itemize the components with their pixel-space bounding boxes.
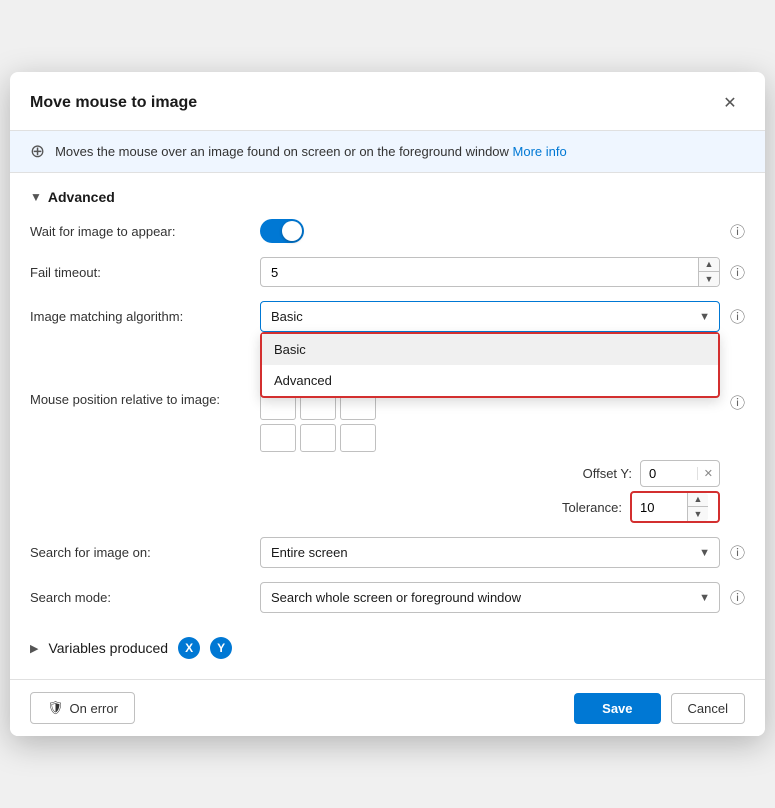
search-mode-select[interactable]: Search whole screen or foreground window (260, 582, 720, 613)
fail-timeout-info-icon[interactable]: ⓘ (730, 262, 745, 283)
search-mode-info-icon[interactable]: ⓘ (730, 587, 745, 608)
pos-cell-bc[interactable] (300, 424, 336, 452)
advanced-section-header[interactable]: ▼ Advanced (30, 189, 745, 205)
dialog-header: Move mouse to image ✕ (10, 72, 765, 131)
offset-y-input[interactable] (641, 461, 697, 486)
on-error-button[interactable]: 🛡 On error (30, 692, 135, 724)
variables-produced-row: ▶ Variables produced X Y (30, 627, 745, 663)
variable-badge-y[interactable]: Y (210, 637, 232, 659)
cancel-button[interactable]: Cancel (671, 693, 745, 724)
info-banner: ⊕ Moves the mouse over an image found on… (10, 131, 765, 173)
banner-text: Moves the mouse over an image found on s… (55, 144, 567, 159)
fail-timeout-input-wrap: ▲ ▼ (260, 257, 720, 287)
wait-for-image-row: Wait for image to appear: ⓘ (30, 219, 745, 243)
mouse-position-info-icon[interactable]: ⓘ (730, 392, 745, 413)
wait-info-icon[interactable]: ⓘ (730, 221, 745, 242)
algorithm-option-advanced[interactable]: Advanced (262, 365, 718, 396)
tolerance-label: Tolerance: (562, 500, 622, 515)
variables-produced-label: Variables produced (48, 640, 168, 656)
pos-cell-bl[interactable] (260, 424, 296, 452)
algorithm-info-icon[interactable]: ⓘ (730, 306, 745, 327)
search-mode-select-wrap: Search whole screen or foreground window… (260, 582, 720, 613)
footer-right: Save Cancel (574, 693, 745, 724)
fail-timeout-control: ▲ ▼ (260, 257, 720, 287)
algorithm-select[interactable]: Basic (260, 301, 720, 332)
variables-chevron-icon[interactable]: ▶ (30, 642, 38, 655)
offset-y-row: Offset Y: ✕ (260, 460, 720, 487)
pos-cell-br[interactable] (340, 424, 376, 452)
dialog-title: Move mouse to image (30, 94, 197, 112)
tolerance-spinners: ▲ ▼ (687, 493, 708, 521)
variable-badge-x[interactable]: X (178, 637, 200, 659)
fail-timeout-input[interactable] (261, 259, 698, 286)
algorithm-select-wrap: Basic ▼ (260, 301, 720, 332)
dialog: Move mouse to image ✕ ⊕ Moves the mouse … (10, 72, 765, 736)
tolerance-row: Tolerance: ▲ ▼ (260, 491, 720, 523)
tolerance-input-wrap: ▲ ▼ (630, 491, 720, 523)
wait-for-image-toggle[interactable] (260, 219, 304, 243)
offset-y-clear-icon[interactable]: ✕ (697, 467, 719, 480)
algorithm-control: Basic ▼ Basic Advanced (260, 301, 720, 332)
wait-for-image-label: Wait for image to appear: (30, 224, 260, 239)
fail-timeout-down[interactable]: ▼ (699, 272, 719, 286)
position-grid (260, 392, 720, 452)
algorithm-dropdown-list: Basic Advanced (260, 332, 720, 398)
advanced-section-title: Advanced (48, 189, 115, 205)
footer-left: 🛡 On error (30, 692, 135, 724)
search-mode-control: Search whole screen or foreground window… (260, 582, 720, 613)
mouse-position-row: Mouse position relative to image: (30, 392, 745, 523)
position-row-2 (260, 424, 720, 452)
close-button[interactable]: ✕ (715, 88, 745, 118)
tolerance-up[interactable]: ▲ (688, 493, 708, 507)
advanced-chevron-icon: ▼ (30, 190, 42, 204)
mouse-icon: ⊕ (30, 141, 45, 162)
offset-y-input-wrap: ✕ (640, 460, 720, 487)
fail-timeout-row: Fail timeout: ▲ ▼ ⓘ (30, 257, 745, 287)
algorithm-option-basic[interactable]: Basic (262, 334, 718, 365)
fail-timeout-up[interactable]: ▲ (699, 258, 719, 272)
save-button[interactable]: Save (574, 693, 660, 724)
search-image-label: Search for image on: (30, 545, 260, 560)
mouse-position-control: Offset Y: ✕ Tolerance: ▲ ▼ (260, 392, 720, 523)
dialog-body: ▼ Advanced Wait for image to appear: ⓘ F… (10, 173, 765, 679)
search-image-control: Entire screen ▼ (260, 537, 720, 568)
mouse-position-label: Mouse position relative to image: (30, 392, 260, 407)
fail-timeout-spinners: ▲ ▼ (698, 258, 719, 286)
search-image-select-wrap: Entire screen ▼ (260, 537, 720, 568)
algorithm-row: Image matching algorithm: Basic ▼ Basic … (30, 301, 745, 332)
dialog-footer: 🛡 On error Save Cancel (10, 679, 765, 736)
toggle-knob (282, 221, 302, 241)
search-mode-label: Search mode: (30, 590, 260, 605)
fail-timeout-label: Fail timeout: (30, 265, 260, 280)
search-image-info-icon[interactable]: ⓘ (730, 542, 745, 563)
shield-icon: 🛡 (47, 700, 64, 716)
tolerance-input[interactable] (632, 495, 687, 520)
more-info-link[interactable]: More info (513, 144, 567, 159)
tolerance-down[interactable]: ▼ (688, 507, 708, 521)
wait-for-image-control (260, 219, 720, 243)
offset-y-label: Offset Y: (583, 466, 632, 481)
search-image-select[interactable]: Entire screen (260, 537, 720, 568)
algorithm-label: Image matching algorithm: (30, 309, 260, 324)
search-mode-row: Search mode: Search whole screen or fore… (30, 582, 745, 613)
search-image-row: Search for image on: Entire screen ▼ ⓘ (30, 537, 745, 568)
